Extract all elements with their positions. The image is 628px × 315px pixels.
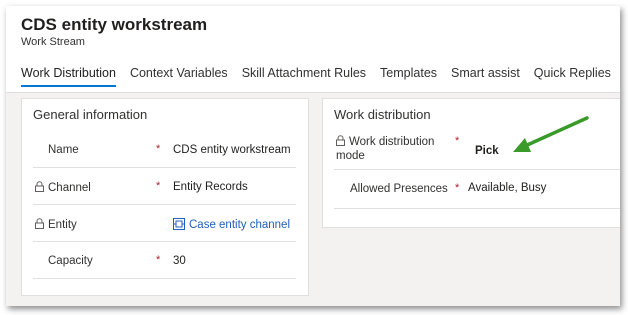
entity-link-text[interactable]: Case entity channel <box>189 219 290 231</box>
work-distribution-mode-label: Work distribution mode <box>336 135 434 163</box>
lock-icon <box>336 135 345 146</box>
entity-field-row: Entity Case entity channel <box>33 205 296 242</box>
allowed-presences-value[interactable]: Available, Busy <box>468 182 546 194</box>
channel-label-group: Channel <box>35 181 91 194</box>
name-field-row[interactable]: Name * CDS entity workstream <box>33 131 296 168</box>
channel-value: Entity Records <box>173 181 248 193</box>
work-distribution-mode-value: Pick <box>475 145 499 157</box>
required-indicator: * <box>156 143 161 155</box>
field-label-line1: Work distribution <box>349 136 435 148</box>
tab-smart-assist[interactable]: Smart assist <box>451 66 520 87</box>
section-title: Work distribution <box>334 107 431 122</box>
field-label: Name <box>48 144 79 156</box>
field-label: Entity <box>48 219 77 231</box>
field-label: Channel <box>48 182 91 194</box>
field-label: Capacity <box>48 255 93 267</box>
green-arrow-icon <box>513 116 589 152</box>
allowed-presences-row[interactable]: Allowed Presences * Available, Busy <box>334 170 620 209</box>
required-indicator: * <box>455 135 460 147</box>
capacity-value[interactable]: 30 <box>173 255 186 267</box>
tab-skill-attachment-rules[interactable]: Skill Attachment Rules <box>242 66 366 87</box>
lock-icon <box>35 218 44 229</box>
required-indicator: * <box>156 254 161 266</box>
entity-label-group: Entity <box>35 218 77 231</box>
name-value[interactable]: CDS entity workstream <box>173 144 291 156</box>
required-indicator: * <box>455 182 460 194</box>
required-indicator: * <box>156 180 161 192</box>
form-header: CDS entity workstream Work Stream Work D… <box>6 6 620 93</box>
page-title: CDS entity workstream <box>21 15 208 34</box>
general-information-section: General information Name * CDS entity wo… <box>21 98 309 296</box>
tab-quick-replies[interactable]: Quick Replies <box>534 66 611 87</box>
tab-bar: Work Distribution Context Variables Skil… <box>21 66 620 87</box>
section-title: General information <box>33 107 148 122</box>
entity-lookup-link[interactable]: Case entity channel <box>173 218 290 231</box>
field-label: Allowed Presences <box>350 183 448 195</box>
lock-icon <box>35 181 44 192</box>
channel-field-row: Channel * Entity Records <box>33 168 296 205</box>
entity-record-icon <box>173 218 185 230</box>
field-label-line2: mode <box>336 150 365 162</box>
tab-work-distribution[interactable]: Work Distribution <box>21 66 116 87</box>
app-window: CDS entity workstream Work Stream Work D… <box>6 6 620 306</box>
capacity-field-row[interactable]: Capacity * 30 <box>33 242 296 279</box>
entity-type-label: Work Stream <box>21 36 85 48</box>
tab-templates[interactable]: Templates <box>380 66 437 87</box>
tab-context-variables[interactable]: Context Variables <box>130 66 228 87</box>
